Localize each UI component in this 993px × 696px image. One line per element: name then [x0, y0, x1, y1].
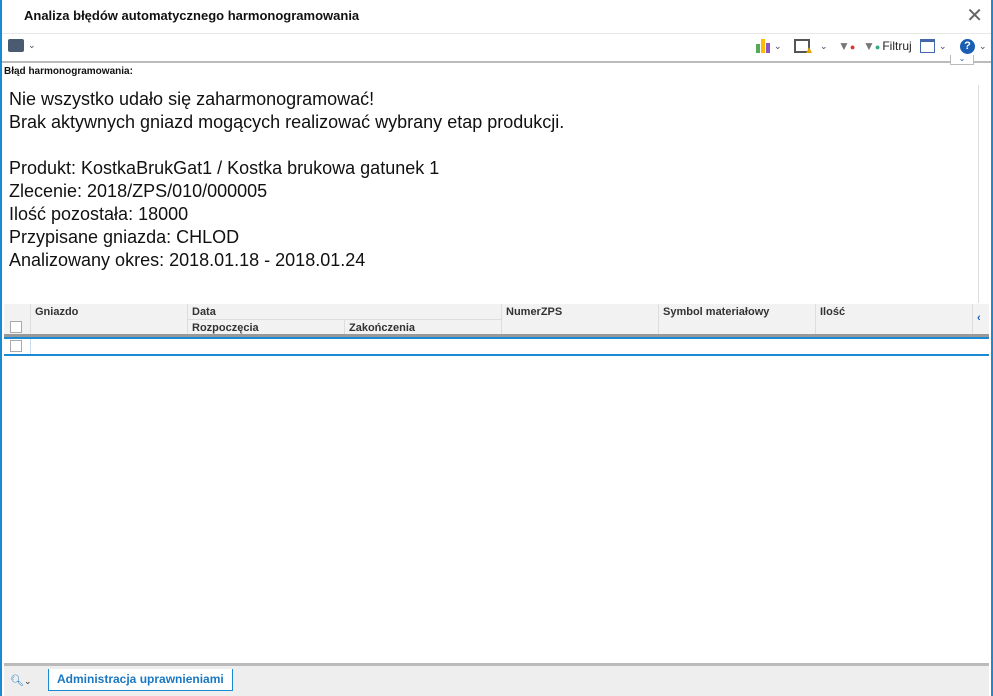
col-gniazdo[interactable]: Gniazdo [30, 304, 187, 334]
close-icon[interactable]: ✕ [966, 3, 983, 28]
select-all-checkbox[interactable] [10, 321, 22, 333]
row-divider [30, 339, 31, 354]
filter-button[interactable]: ▼● Filtruj [863, 39, 912, 53]
error-label: Błąd harmonogramowania: [4, 66, 133, 77]
window-title: Analiza błędów automatycznego harmonogra… [24, 8, 360, 23]
msg-line: Analizowany okres: 2018.01.18 - 2018.01.… [9, 250, 366, 270]
settings-warning-button[interactable]: ▲ ⌄ [794, 39, 828, 56]
chevron-left-icon[interactable]: ‹ [972, 304, 993, 334]
chart-button[interactable]: ⌄ [756, 39, 782, 53]
help-icon: ? [960, 39, 975, 54]
filter-label: Filtruj [882, 39, 912, 53]
msg-line: Zlecenie: 2018/ZPS/010/000005 [9, 181, 268, 201]
window: Analiza błędów automatycznego harmonogra… [0, 0, 993, 696]
clear-filter-button[interactable]: ▼● [838, 39, 855, 53]
window-warning-icon: ▲ [794, 39, 814, 56]
msg-line: Brak aktywnych gniazd mogących realizowa… [9, 112, 565, 132]
admin-permissions-tab[interactable]: Administracja uprawnieniami [48, 669, 233, 691]
window-gear-icon [920, 39, 935, 53]
search-menu-button[interactable]: 🔍︎⌄ [10, 674, 32, 687]
col-numerzps[interactable]: NumerZPS [501, 304, 658, 334]
toolbar: ⌄ ⌄ ▲ ⌄ ▼● ▼● Filtruj ⌄ ? ⌄ ⌄ [2, 33, 991, 65]
col-data[interactable]: Data [187, 304, 501, 320]
view-settings-button[interactable]: ⌄ [920, 39, 947, 53]
filter-check-icon: ▼● [863, 39, 881, 53]
divider [978, 85, 979, 303]
collapse-toolbar-button[interactable]: ⌄ [950, 55, 974, 65]
row-checkbox[interactable] [10, 340, 22, 352]
table-row[interactable] [4, 337, 989, 356]
printer-icon [8, 39, 24, 52]
bottom-bar: 🔍︎⌄ Administracja uprawnieniami [4, 663, 989, 696]
help-button[interactable]: ? ⌄ [960, 39, 987, 54]
col-symbol[interactable]: Symbol materiałowy [658, 304, 815, 334]
grid-header: Gniazdo Data Rozpoczęcia Zakończenia Num… [4, 304, 989, 337]
print-button[interactable]: ⌄ [8, 39, 36, 52]
error-message: Nie wszystko udało się zaharmonogramować… [9, 88, 979, 272]
bar-chart-icon [756, 39, 770, 53]
msg-line: Nie wszystko udało się zaharmonogramować… [9, 89, 375, 109]
col-ilosc[interactable]: Ilość [815, 304, 972, 334]
msg-line: Produkt: KostkaBrukGat1 / Kostka brukowa… [9, 158, 440, 178]
col-rozpoczecia[interactable]: Rozpoczęcia [187, 320, 344, 334]
filter-remove-icon: ▼● [838, 39, 856, 53]
msg-line: Ilość pozostała: 18000 [9, 204, 189, 224]
msg-line: Przypisane gniazda: CHLOD [9, 227, 240, 247]
col-zakonczenia[interactable]: Zakończenia [344, 320, 501, 334]
